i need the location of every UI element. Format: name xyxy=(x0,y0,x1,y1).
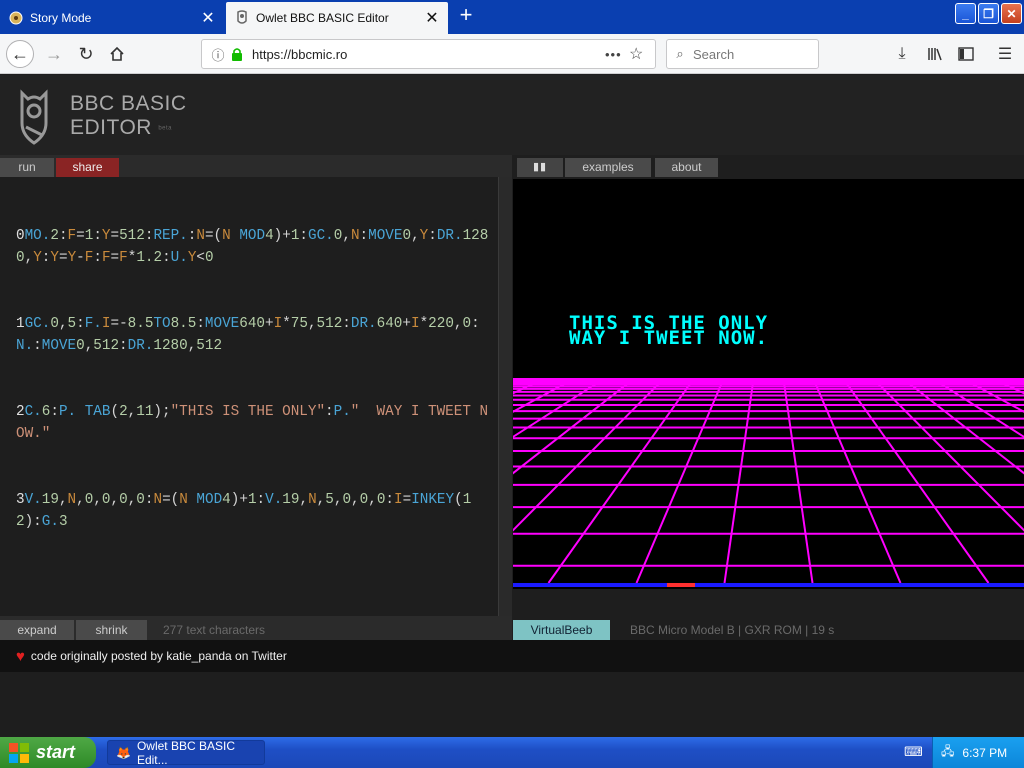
app-header: BBC BASIC EDITOR beta xyxy=(0,75,1024,155)
reload-icon[interactable]: ↻ xyxy=(72,40,100,68)
download-icon[interactable]: ⤓ xyxy=(888,40,916,68)
tab-owlet-editor[interactable]: Owlet BBC BASIC Editor ✕ xyxy=(226,2,448,34)
pause-button[interactable]: ▮▮ xyxy=(517,158,563,177)
screen-bottom-strip xyxy=(513,583,1024,587)
grid-line xyxy=(963,378,1024,413)
code-line: 3V.19,N,0,0,0,0:N=(N MOD4)+1:V.19,N,5,0,… xyxy=(16,492,472,530)
keyboard-icon[interactable]: ⌨ xyxy=(904,744,923,760)
task-title: Owlet BBC BASIC Edit... xyxy=(136,738,235,767)
window-controls: _ ❐ ✕ xyxy=(955,3,1022,24)
grid-line xyxy=(635,378,725,584)
tab-title: Owlet BBC BASIC Editor xyxy=(256,11,389,25)
credit-text: code originally posted by katie_panda on… xyxy=(30,649,287,663)
search-icon: ⌕ xyxy=(676,46,684,61)
home-icon[interactable] xyxy=(103,40,131,68)
bookmark-star-icon[interactable]: ☆ xyxy=(629,44,655,64)
taskbar-item-browser[interactable]: 🦊 Owlet BBC BASIC Edit... xyxy=(107,738,265,767)
credit-bar: ♥ code originally posted by katie_panda … xyxy=(0,640,1024,672)
screen-cursor-strip xyxy=(667,583,695,587)
grid-line xyxy=(513,378,665,532)
hamburger-menu-icon[interactable]: ☰ xyxy=(991,40,1019,68)
grid-line xyxy=(872,378,1024,532)
grid-line xyxy=(723,378,755,584)
logo-line-2: EDITOR xyxy=(70,116,152,139)
perspective-grid xyxy=(513,378,1024,584)
beta-tag: beta xyxy=(158,125,172,132)
code-editor[interactable]: 0MO.2:F=1:Y=512:REP.:N=(N MOD4)+1:GC.0,N… xyxy=(0,177,512,616)
screen-text-line-2: WAY I TWEET NOW. xyxy=(569,327,768,349)
browser-tab-bar: Story Mode ✕ Owlet BBC BASIC Editor ✕ + … xyxy=(0,0,1024,34)
story-mode-favicon-icon xyxy=(8,10,24,26)
maximize-icon[interactable]: ❐ xyxy=(978,3,999,24)
minimize-icon[interactable]: _ xyxy=(955,3,976,24)
virtualbeeb-badge[interactable]: VirtualBeeb xyxy=(513,620,610,640)
model-info: BBC Micro Model B | GXR ROM | 19 s xyxy=(630,623,835,637)
search-box[interactable]: ⌕ Search xyxy=(666,39,819,69)
grid-line xyxy=(513,378,574,413)
search-placeholder: Search xyxy=(693,46,735,62)
grid-line xyxy=(513,378,635,475)
heart-icon: ♥ xyxy=(16,647,25,665)
code-line: 0MO.2:F=1:Y=512:REP.:N=(N MOD4)+1:GC.0,N… xyxy=(16,228,489,266)
about-tab[interactable]: about xyxy=(655,158,718,177)
navigation-bar: ← → ↻ ⓘ https://bbcmic.ro ••• ☆ ⌕ Search… xyxy=(0,34,1024,74)
system-tray: 🖧 6:37 PM xyxy=(932,737,1024,768)
code-line: 1GC.0,5:F.I=-8.5TO8.5:MOVE640+I*75,512:D… xyxy=(16,316,480,354)
grid-line xyxy=(547,378,695,584)
logo-line-1: BBC BASIC xyxy=(70,92,187,115)
grid-line xyxy=(842,378,990,584)
logo-text: BBC BASIC EDITOR beta xyxy=(70,92,187,140)
owlet-page: BBC BASIC EDITOR beta run share ▮▮ examp… xyxy=(0,75,1024,737)
forward-arrow-icon[interactable]: → xyxy=(40,40,68,68)
tab-story-mode[interactable]: Story Mode ✕ xyxy=(0,2,224,34)
sidebar-icon[interactable] xyxy=(952,40,980,68)
library-icon[interactable] xyxy=(921,40,949,68)
grid-line xyxy=(513,378,605,439)
bbc-display: THIS IS THE ONLY WAY I TWEET NOW. xyxy=(513,179,1024,589)
start-label: start xyxy=(36,742,76,762)
emulator-toolbar: ▮▮ examples about xyxy=(0,155,1024,177)
taskbar: start 🦊 Owlet BBC BASIC Edit... ⌨ 🖧 6:37… xyxy=(0,737,1024,768)
start-button[interactable]: start xyxy=(0,737,96,768)
back-arrow-icon[interactable]: ← xyxy=(6,40,34,68)
grid-line xyxy=(902,378,1024,475)
windows-logo-icon xyxy=(9,742,29,763)
url-text: https://bbcmic.ro xyxy=(252,46,348,62)
close-tab-icon[interactable]: ✕ xyxy=(198,8,218,28)
url-bar[interactable]: ⓘ https://bbcmic.ro ••• ☆ xyxy=(201,39,656,69)
tab-title: Story Mode xyxy=(30,11,92,25)
info-icon[interactable]: ⓘ xyxy=(208,45,228,64)
editor-scrollbar[interactable] xyxy=(498,177,512,616)
page-footer-space xyxy=(0,672,1024,737)
lock-icon[interactable] xyxy=(230,47,246,61)
close-window-icon[interactable]: ✕ xyxy=(1001,3,1022,24)
page-actions-icon[interactable]: ••• xyxy=(605,47,629,62)
grid-line xyxy=(812,378,902,584)
browser-task-icon: 🦊 xyxy=(116,745,131,760)
close-tab-icon[interactable]: ✕ xyxy=(422,8,442,28)
grid-line xyxy=(932,378,1024,439)
new-tab-icon[interactable]: + xyxy=(454,4,478,28)
examples-tab[interactable]: examples xyxy=(565,158,651,177)
network-icon[interactable]: 🖧 xyxy=(941,742,954,763)
owl-logo-icon xyxy=(20,89,48,145)
clock: 6:37 PM xyxy=(962,745,1008,760)
code-line: 2C.6:P. TAB(2,11);"THIS IS THE ONLY":P."… xyxy=(16,404,489,442)
grid-line xyxy=(782,378,814,584)
emulator-status-bar: VirtualBeeb BBC Micro Model B | GXR ROM … xyxy=(0,616,1024,640)
grid-line xyxy=(513,378,514,381)
emulator-screen[interactable]: THIS IS THE ONLY WAY I TWEET NOW. xyxy=(513,179,1024,589)
code-text[interactable]: 0MO.2:F=1:Y=512:REP.:N=(N MOD4)+1:GC.0,N… xyxy=(16,181,494,577)
owl-favicon-icon xyxy=(234,10,250,26)
